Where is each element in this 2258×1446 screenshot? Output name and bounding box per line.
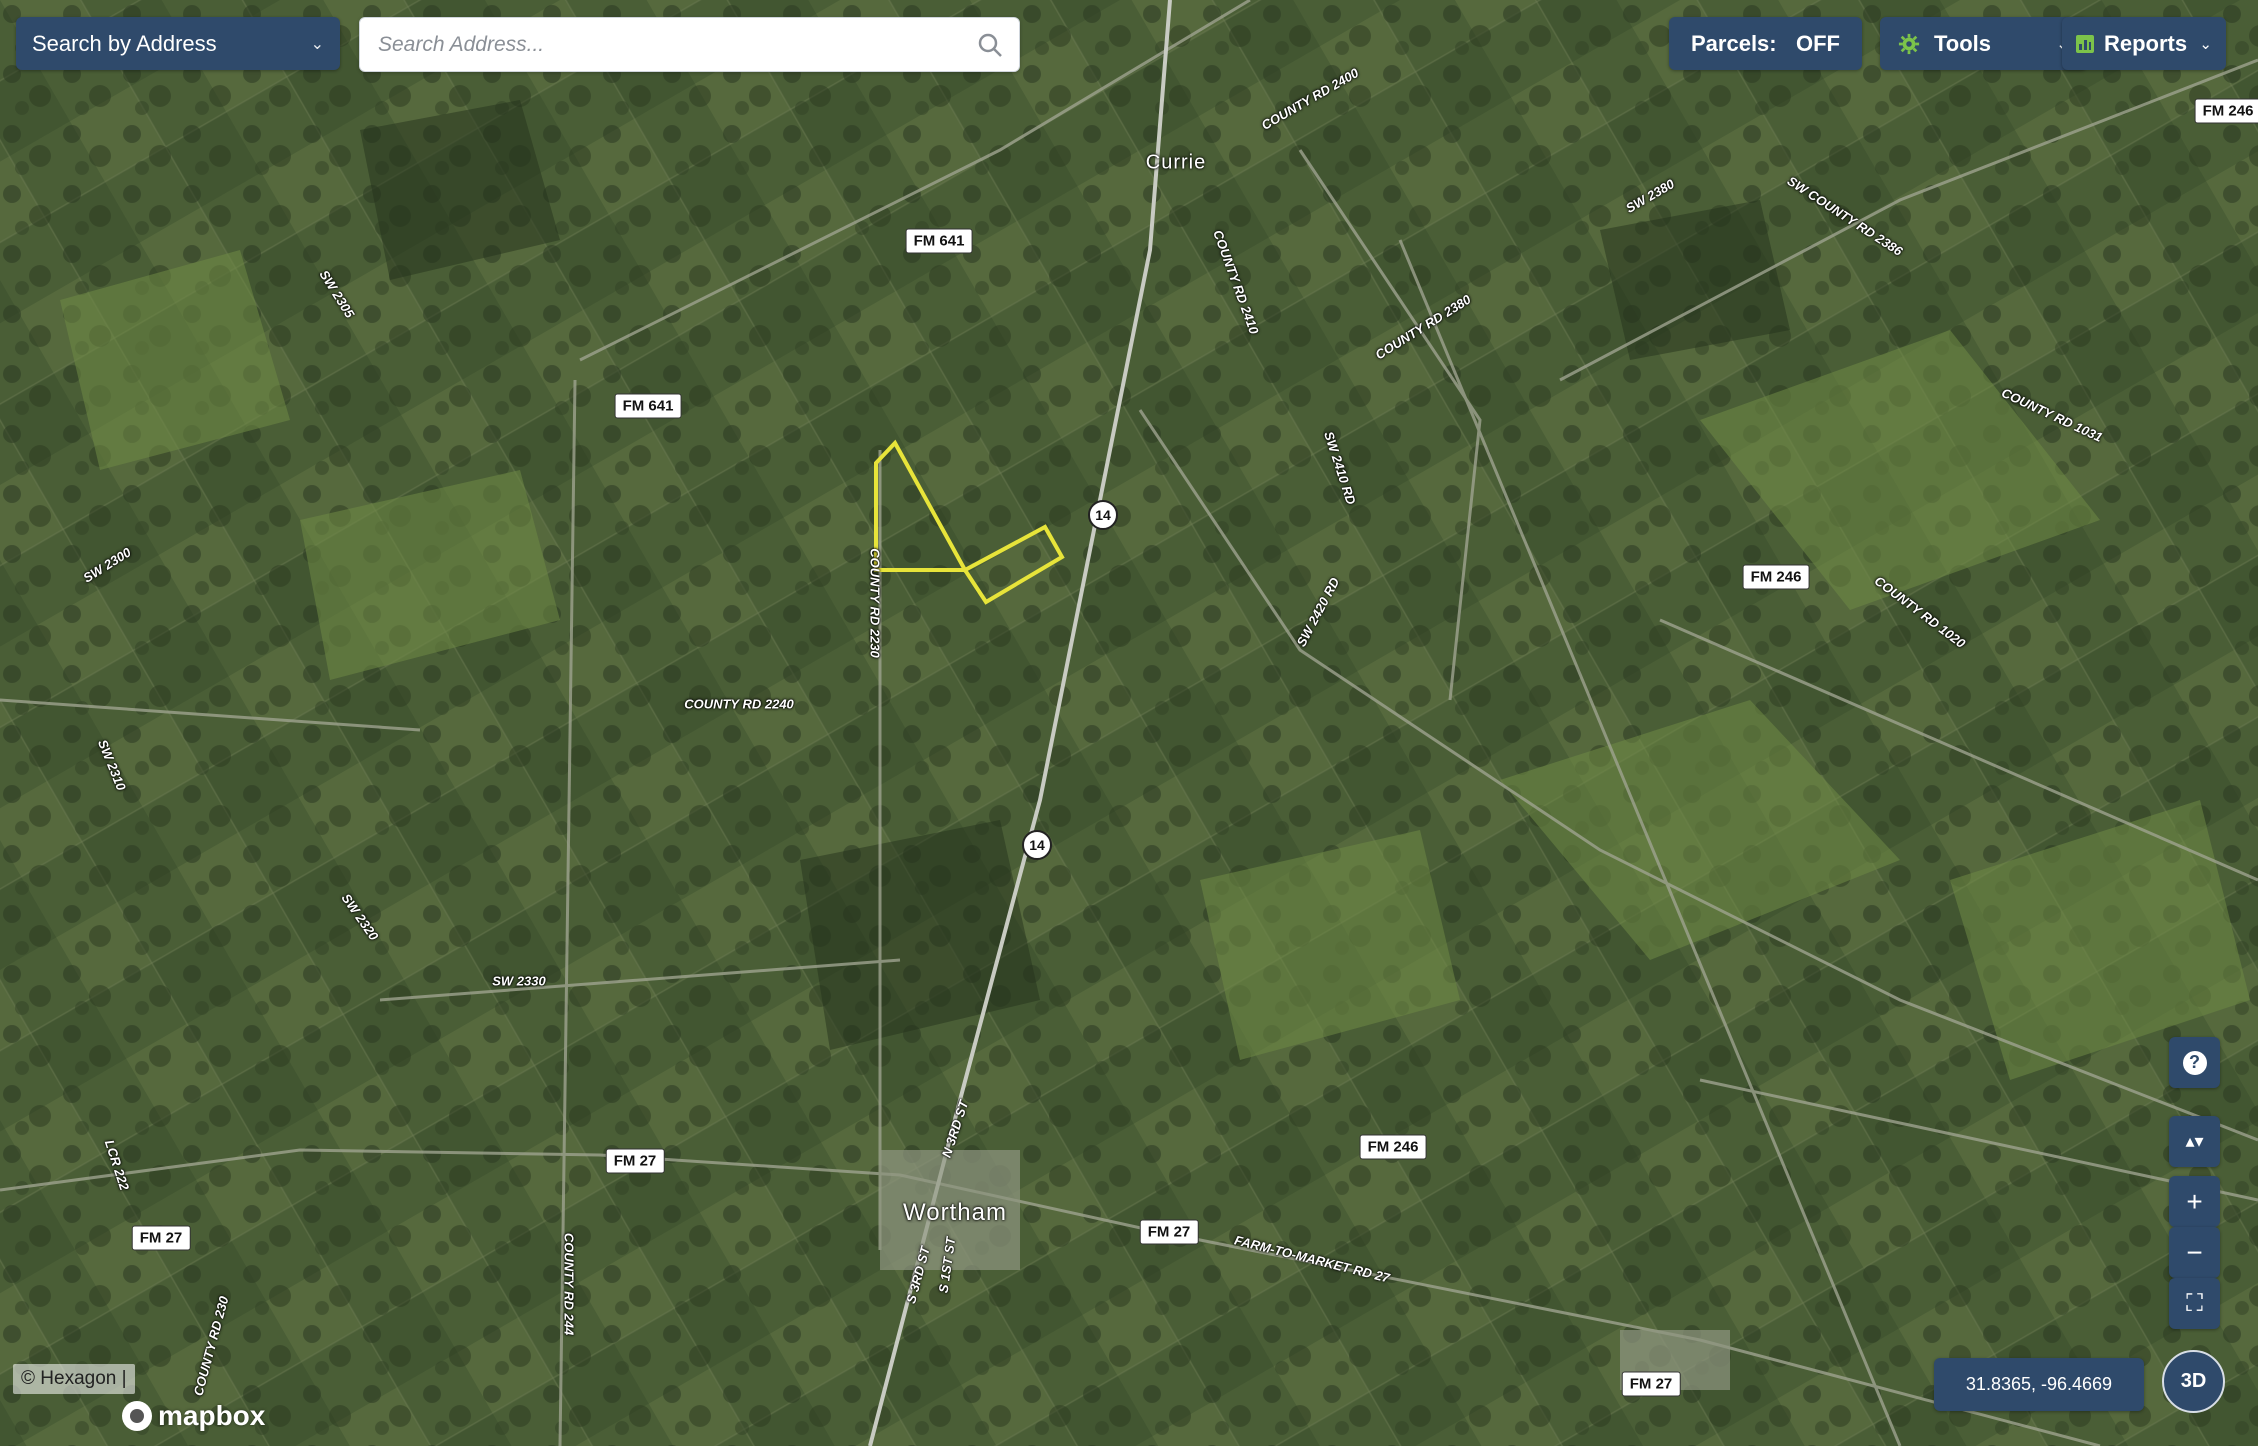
coordinates-text: 31.8365, -96.4669 xyxy=(1965,1374,2113,1394)
search-mode-label: Search by Address xyxy=(32,30,217,56)
search-input[interactable] xyxy=(376,31,977,58)
chevron-down-icon: ⌄ xyxy=(310,35,324,53)
fullscreen-button[interactable]: ⛶ xyxy=(2169,1278,2220,1329)
3d-toggle-button[interactable]: 3D xyxy=(2162,1350,2225,1413)
map-label-fm27-c: FM 27 xyxy=(1139,1219,1199,1245)
attribution-label: © Hexagon | xyxy=(21,1368,127,1389)
mapbox-icon xyxy=(122,1401,152,1431)
gear-icon xyxy=(1898,33,1920,54)
attribution-text[interactable]: © Hexagon | xyxy=(13,1364,135,1394)
tools-dropdown[interactable]: Tools ⌄ xyxy=(1880,17,2087,70)
parcels-label: Parcels: xyxy=(1691,30,1777,56)
map-label-place-currie: Currie xyxy=(1145,151,1207,174)
map-label-hwy14-a: 14 xyxy=(1088,500,1118,530)
map-label-hwy14-b: 14 xyxy=(1022,830,1052,860)
map-label-fm27-a: FM 27 xyxy=(605,1148,665,1174)
help-button[interactable]: ? xyxy=(2169,1037,2220,1088)
bar-chart-icon xyxy=(2076,34,2094,53)
map-label-fm641-b: FM 641 xyxy=(614,393,682,419)
zoom-in-button[interactable]: + xyxy=(2169,1176,2220,1227)
chevron-down-icon: ⌄ xyxy=(2199,35,2212,53)
map-label-sw2330: SW 2330 xyxy=(492,973,546,989)
fullscreen-icon: ⛶ xyxy=(2186,1289,2203,1317)
3d-label: 3D xyxy=(2180,1370,2207,1392)
map-label-fm27-d: FM 27 xyxy=(1621,1371,1681,1397)
search-address-box[interactable] xyxy=(359,17,1020,72)
map-label-cr2240: COUNTY RD 2240 xyxy=(684,696,794,712)
map-label-fm246-a: FM 246 xyxy=(1742,564,1810,590)
search-icon[interactable] xyxy=(977,32,1003,58)
map-label-fm246-c: FM 246 xyxy=(2194,98,2258,124)
help-icon: ? xyxy=(2182,1050,2207,1075)
minus-icon: − xyxy=(2186,1236,2203,1268)
plus-icon: + xyxy=(2186,1185,2203,1217)
map-label-fm27-b: FM 27 xyxy=(131,1225,191,1251)
map-label-fm246-b: FM 246 xyxy=(1359,1134,1427,1160)
map-label-place-wortham: Wortham xyxy=(903,1199,1007,1226)
map-label-fm641-a: FM 641 xyxy=(905,228,973,254)
reports-label: Reports xyxy=(2104,30,2188,56)
tools-label: Tools xyxy=(1934,30,1992,56)
zoom-out-button[interactable]: − xyxy=(2169,1227,2220,1278)
parcels-value: OFF xyxy=(1796,30,1840,56)
satellite-map[interactable] xyxy=(0,0,2258,1446)
map-label-cr2230: COUNTY RD 2230 xyxy=(867,548,883,658)
search-mode-dropdown[interactable]: Search by Address ⌄ xyxy=(16,17,340,70)
reports-dropdown[interactable]: Reports ⌄ xyxy=(2062,17,2226,70)
mapbox-logo[interactable]: mapbox xyxy=(122,1400,265,1432)
map-label-cr244: COUNTY RD 244 xyxy=(561,1232,577,1336)
coordinates-display: 31.8365, -96.4669 xyxy=(1934,1358,2144,1411)
mapbox-logo-text: mapbox xyxy=(158,1400,266,1431)
compass-button[interactable]: ▴▾ xyxy=(2169,1116,2220,1167)
compass-icon: ▴▾ xyxy=(2185,1131,2204,1151)
parcels-toggle[interactable]: Parcels: OFF xyxy=(1669,17,1862,70)
